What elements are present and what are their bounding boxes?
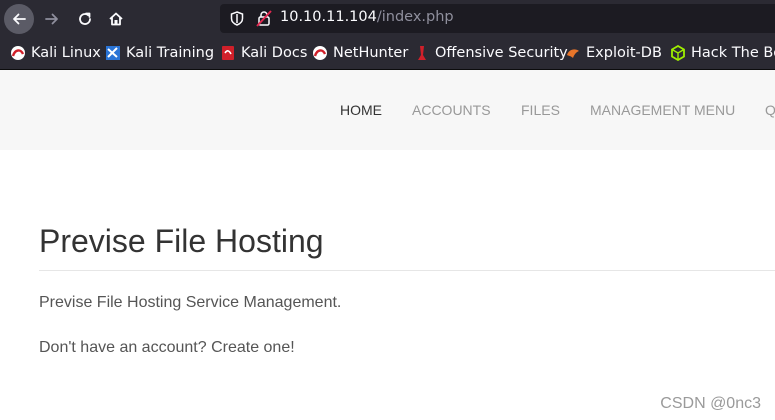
bookmark-offensive-security[interactable]: Offensive Security [414,44,568,62]
reload-button[interactable] [70,4,100,34]
bookmark-label: Exploit-DB [586,45,662,61]
bookmarks-bar: Kali Linux Kali Training Kali Docs NetHu… [0,37,775,70]
forward-arrow-icon [45,13,58,25]
nav-truncated-item[interactable]: Q [765,102,775,118]
service-description: Previse File Hosting Service Management. [39,294,342,311]
bookmark-label: NetHunter [333,45,409,61]
create-account-text[interactable]: Don't have an account? Create one! [39,339,295,356]
bookmark-label: Offensive Security [435,45,568,61]
bookmark-nethunter[interactable]: NetHunter [312,44,408,62]
bookmark-kali-training[interactable]: Kali Training [105,44,214,62]
page-title: Previse File Hosting [39,223,324,259]
kali-linux-icon [10,45,26,61]
exploit-db-icon [565,45,581,61]
site-navbar: HOME ACCOUNTS FILES MANAGEMENT MENU Q [0,70,775,150]
home-icon [109,12,123,26]
bookmark-label: Kali Linux [31,45,101,61]
bookmark-hack-the-box[interactable]: Hack The Bo [670,44,775,62]
insecure-lock-icon[interactable] [256,10,272,27]
bookmark-kali-linux[interactable]: Kali Linux [10,44,101,62]
reload-icon [79,12,91,25]
nav-management-menu[interactable]: MANAGEMENT MENU [590,102,735,118]
forward-button[interactable] [37,4,67,34]
bookmark-kali-docs[interactable]: Kali Docs [220,44,307,62]
offensive-security-icon [414,45,430,61]
tracking-shield-icon[interactable] [230,11,244,26]
url-host: 10.10.11.104 [280,9,377,25]
hack-the-box-icon [670,45,686,61]
nav-home[interactable]: HOME [340,102,382,118]
url-path: /index.php [376,9,454,25]
back-arrow-icon [13,13,26,25]
nav-files[interactable]: FILES [521,102,560,118]
url-text[interactable]: 10.10.11.104/index.php [280,9,454,25]
title-divider [39,270,775,271]
bookmark-label: Kali Training [126,45,215,61]
back-button[interactable] [4,4,34,34]
watermark: CSDN @0nc3 [660,395,761,412]
kali-docs-icon [220,45,236,61]
bookmark-label: Kali Docs [241,45,308,61]
bookmark-label: Hack The Bo [691,45,775,61]
create-account-link[interactable]: Don't have an account? Create one! [39,339,295,357]
bookmark-exploit-db[interactable]: Exploit-DB [565,44,662,62]
browser-toolbar: 10.10.11.104/index.php [0,0,775,37]
nav-accounts[interactable]: ACCOUNTS [412,102,491,118]
nethunter-icon [312,45,328,61]
kali-training-icon [105,45,121,61]
url-bar[interactable]: 10.10.11.104/index.php [220,4,775,33]
home-button[interactable] [101,4,131,34]
